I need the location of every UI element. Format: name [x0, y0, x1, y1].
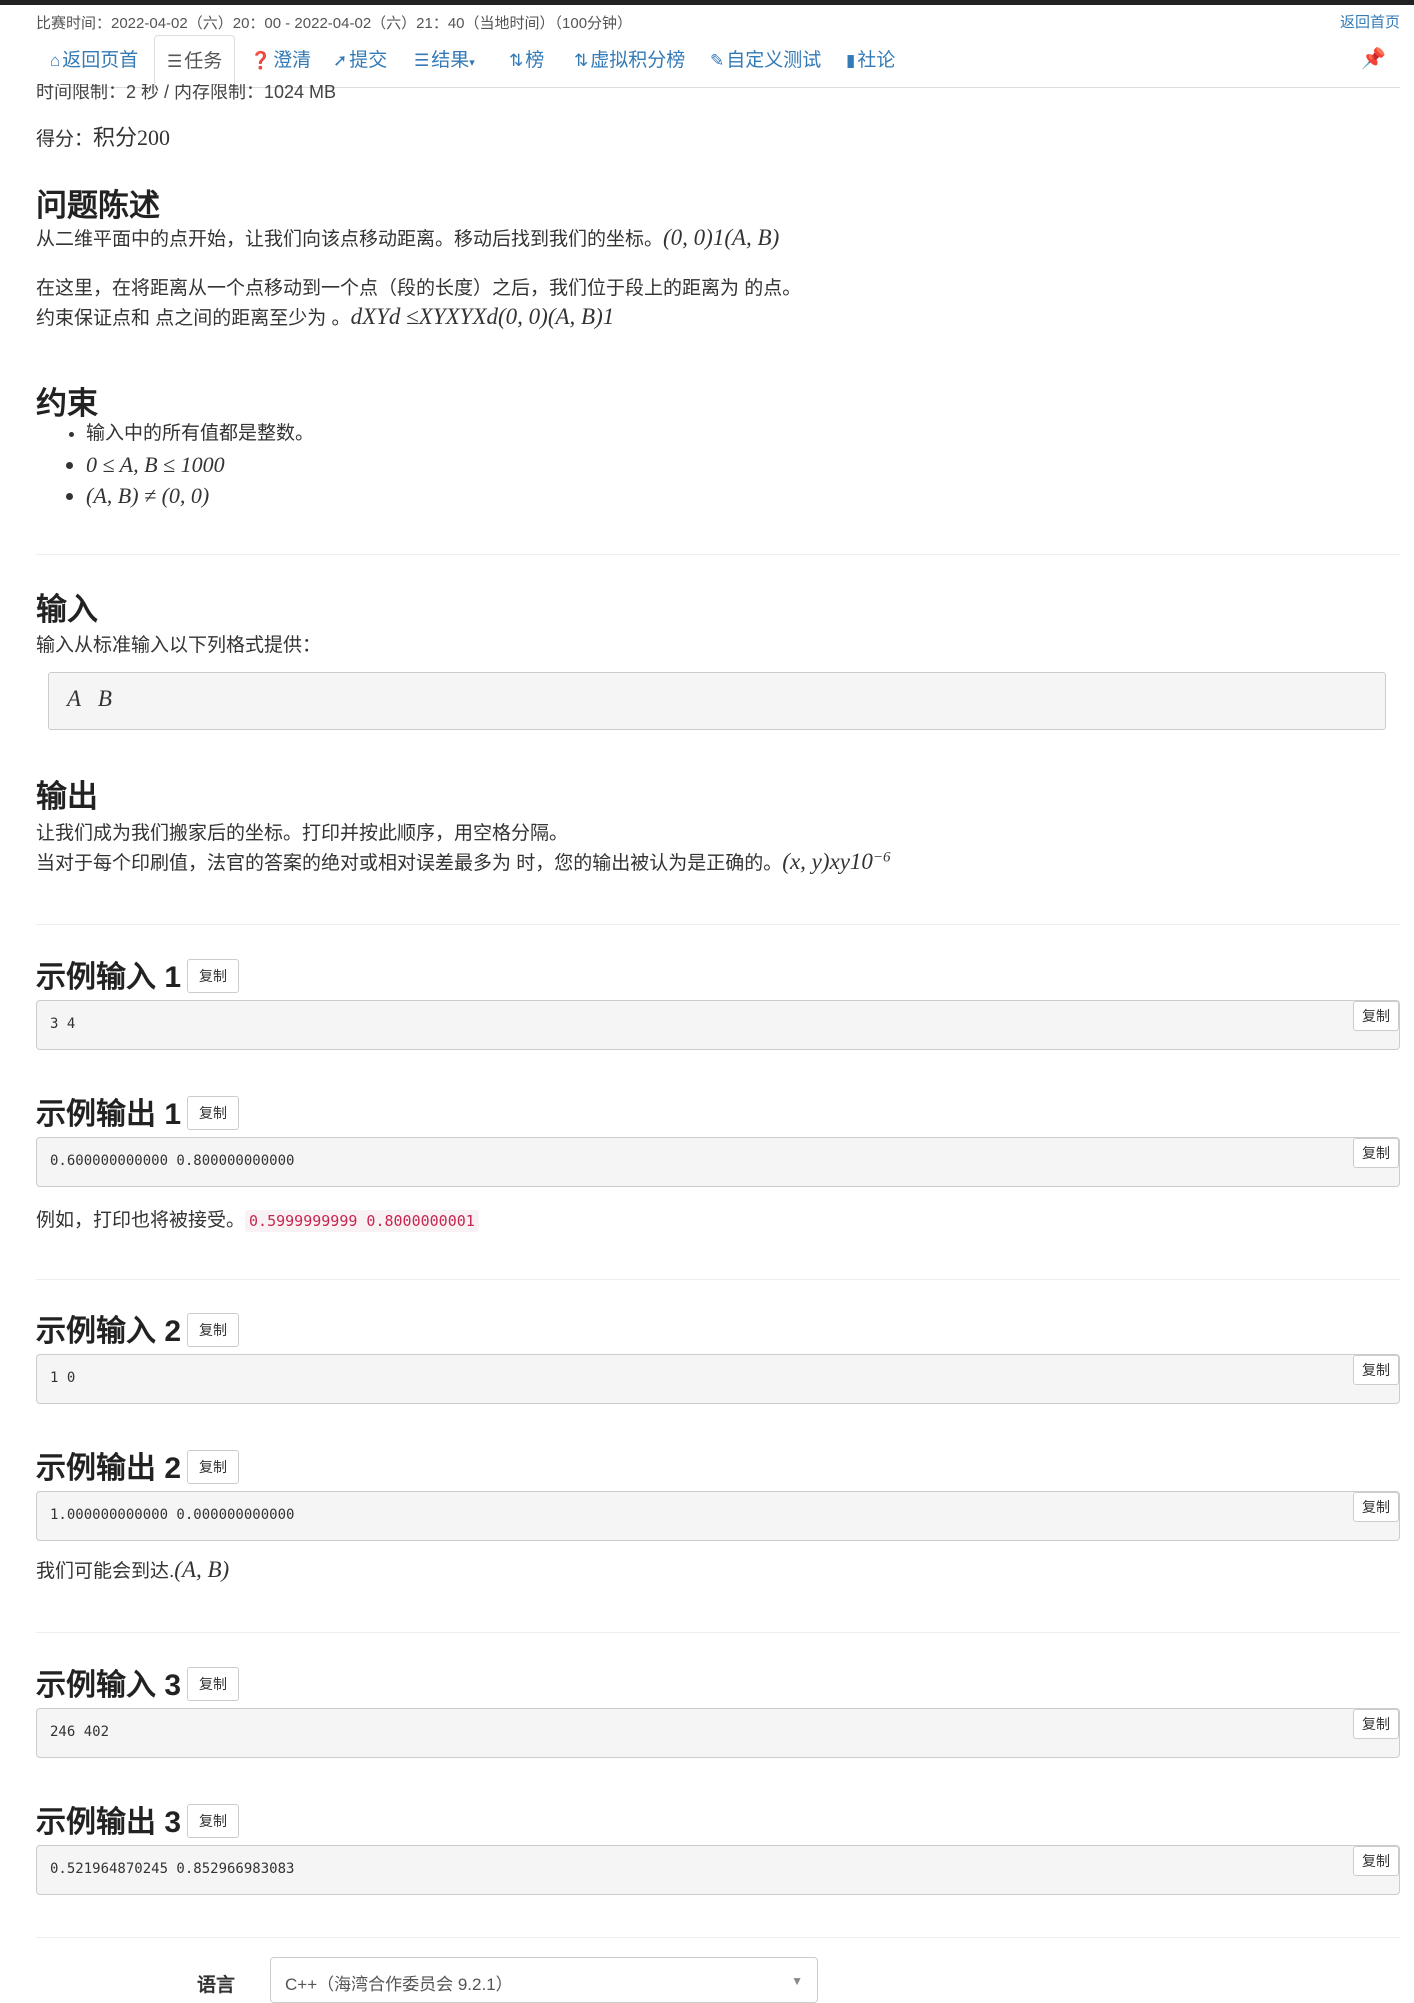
- contest-nav: ⌂ 返回页首 ☰ 任务 ❓ 澄清 ➚ 提交 ☰ 结果▾ ⇅ 榜 ⇅ 虚拟积分榜 ✎ 自定义测试 …: [36, 35, 1400, 89]
- statement-line-1: 从二维平面中的点开始，让我们向该点移动距离。移动后找到我们的坐标。(0, 0)1…: [36, 225, 780, 250]
- nav-clarifications[interactable]: ❓ 澄清: [250, 35, 311, 87]
- nav-editorial[interactable]: ▮ 社论: [846, 35, 895, 87]
- constraints-heading: 约束: [36, 386, 98, 421]
- home-icon: ⌂: [50, 51, 61, 70]
- sample-input-3: 246 402 复制: [36, 1708, 1400, 1758]
- wrench-icon: ✎: [710, 51, 725, 70]
- copy-button[interactable]: 复制: [1353, 1846, 1399, 1876]
- language-label: 语言: [197, 1975, 236, 1996]
- output-heading: 输出: [36, 779, 98, 814]
- constraint-item: (A, B) ≠ (0, 0): [86, 480, 314, 511]
- list-icon: ☰: [167, 52, 183, 71]
- nav-custom-test[interactable]: ✎ 自定义测试: [710, 35, 821, 87]
- nav-standings[interactable]: ⇅ 榜: [509, 35, 544, 87]
- input-heading: 输入: [36, 592, 98, 627]
- nav-results-dropdown[interactable]: ☰ 结果▾: [414, 35, 475, 87]
- sample-output-2-title: 示例输出 2 复制: [36, 1443, 240, 1487]
- copy-button[interactable]: 复制: [187, 1096, 240, 1131]
- copy-button[interactable]: 复制: [187, 959, 240, 994]
- sample-1-note: 例如，打印也将被接受。 0.5999999999 0.8000000001: [36, 1205, 479, 1232]
- divider: [36, 1279, 1400, 1280]
- copy-button[interactable]: 复制: [187, 1450, 240, 1485]
- copy-button[interactable]: 复制: [1353, 1001, 1399, 1031]
- sample-output-3-title: 示例输出 3 复制: [36, 1797, 240, 1841]
- copy-button[interactable]: 复制: [1353, 1355, 1399, 1385]
- sample-input-1: 3 4 复制: [36, 1000, 1400, 1050]
- copy-button[interactable]: 复制: [187, 1313, 240, 1348]
- language-select[interactable]: C++（海湾合作委员会 9.2.1） ▼: [270, 1957, 818, 2003]
- sample-2-note: 我们可能会到达.(A, B): [36, 1557, 230, 1582]
- copy-button[interactable]: 复制: [1353, 1492, 1399, 1522]
- sample-output-1-title: 示例输出 1 复制: [36, 1089, 240, 1133]
- divider: [36, 1937, 1400, 1938]
- divider: [36, 1632, 1400, 1633]
- constraint-item: 输入中的所有值都是整数。: [86, 418, 314, 449]
- sample-input-2: 1 0 复制: [36, 1354, 1400, 1404]
- contest-time: 比赛时间：2022-04-02（六）20：00 - 2022-04-02（六）2…: [36, 15, 633, 32]
- sort-icon: ⇅: [509, 51, 524, 70]
- sample-output-3: 0.521964870245 0.852966983083 复制: [36, 1845, 1400, 1895]
- send-icon: ➚: [333, 51, 348, 70]
- copy-button[interactable]: 复制: [1353, 1709, 1399, 1739]
- caret-down-icon: ▼: [791, 1974, 803, 1988]
- book-icon: ▮: [846, 51, 856, 70]
- top-border: [0, 0, 1414, 5]
- sample-input-2-title: 示例输入 2 复制: [36, 1306, 240, 1350]
- sample-input-3-title: 示例输入 3 复制: [36, 1660, 240, 1704]
- output-line-1: 让我们成为我们搬家后的坐标。打印并按此顺序，用空格分隔。: [36, 823, 569, 844]
- nav-back-to-top[interactable]: ⌂ 返回页首: [50, 35, 138, 87]
- copy-button[interactable]: 复制: [187, 1804, 240, 1839]
- list-icon: ☰: [414, 51, 430, 70]
- sample-input-1-title: 示例输入 1 复制: [36, 952, 240, 996]
- caret-down-icon: ▾: [469, 57, 475, 69]
- constraints-list: 输入中的所有值都是整数。 0 ≤ A, B ≤ 1000 (A, B) ≠ (0…: [36, 418, 314, 511]
- statement-line-2: 在这里，在将距离从一个点移动到一个点（段的长度）之后，我们位于段上的距离为 的点…: [36, 278, 802, 299]
- input-format-box: A B: [48, 672, 1386, 730]
- sample-output-2: 1.000000000000 0.000000000000 复制: [36, 1491, 1400, 1541]
- divider: [36, 554, 1400, 555]
- nav-submit[interactable]: ➚ 提交: [333, 35, 387, 87]
- copy-button[interactable]: 复制: [1353, 1138, 1399, 1168]
- divider: [36, 924, 1400, 925]
- nav-virtual-standings[interactable]: ⇅ 虚拟积分榜: [574, 35, 685, 87]
- problem-statement-heading: 问题陈述: [36, 188, 160, 223]
- statement-line-3: 约束保证点和 点之间的距离至少为 。dXYd ≤XYXYXd(0, 0)(A, …: [36, 304, 615, 329]
- output-line-2: 当对于每个印刷值，法官的答案的绝对或相对误差最多为 时，您的输出被认为是正确的。…: [36, 849, 891, 874]
- pin-icon[interactable]: 📌: [1361, 46, 1386, 71]
- constraint-item: 0 ≤ A, B ≤ 1000: [86, 449, 314, 480]
- copy-button[interactable]: 复制: [187, 1667, 240, 1702]
- return-home-link[interactable]: 返回首页: [1340, 11, 1400, 32]
- sample-output-1: 0.600000000000 0.800000000000 复制: [36, 1137, 1400, 1187]
- question-icon: ❓: [250, 51, 272, 70]
- score: 得分：积分200: [36, 125, 171, 150]
- sort-icon: ⇅: [574, 51, 589, 70]
- input-description: 输入从标准输入以下列格式提供：: [36, 635, 322, 656]
- tab-tasks[interactable]: ☰ 任务: [154, 35, 236, 89]
